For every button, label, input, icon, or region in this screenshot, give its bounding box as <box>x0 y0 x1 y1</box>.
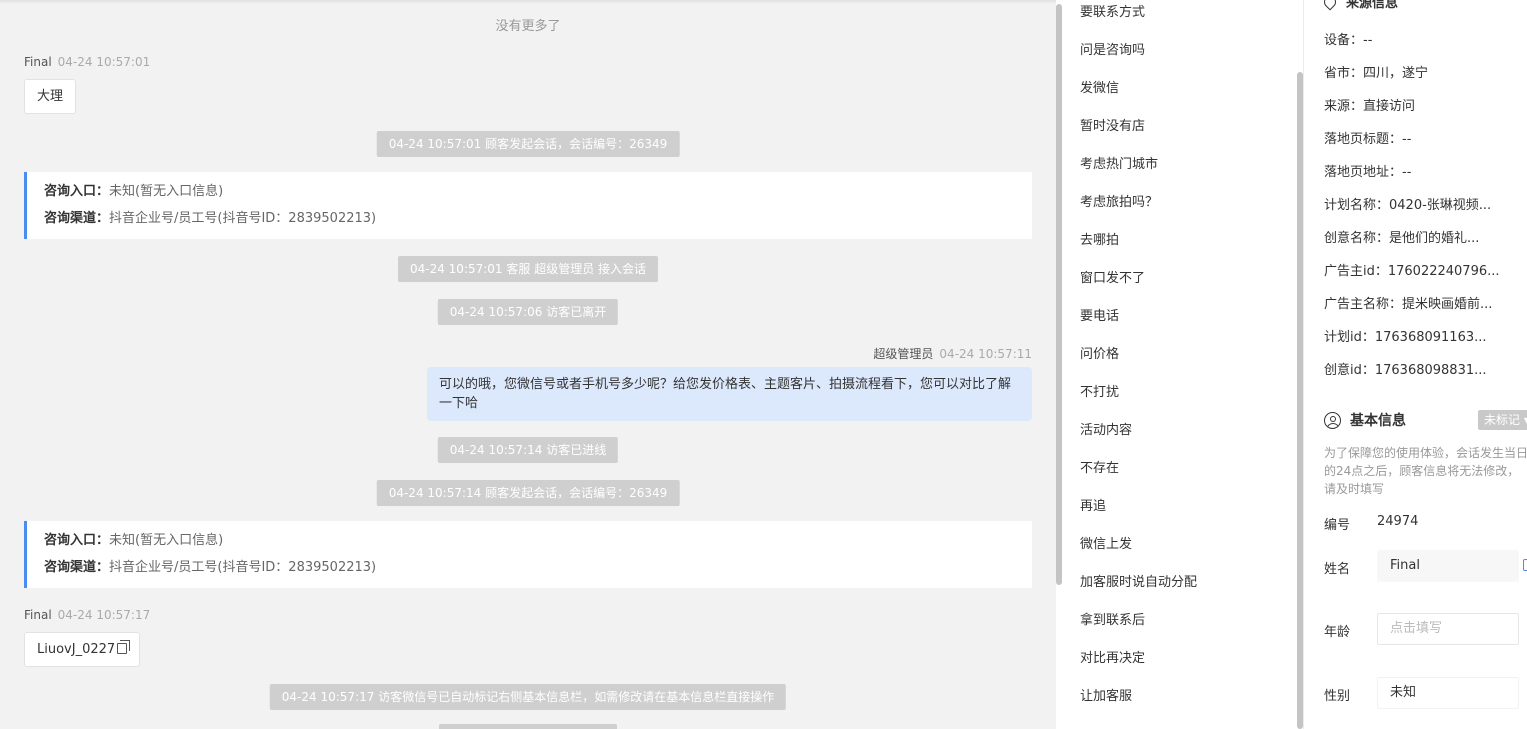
quick-reply-item[interactable]: 窗口发不了 <box>1080 269 1145 289</box>
quick-reply-item[interactable]: 再追 <box>1080 497 1106 517</box>
message-meta: 超级管理员 04-24 10:57:11 <box>873 345 1032 362</box>
basic-info-label: 基本信息 <box>1350 413 1406 429</box>
source-info-row: 落地页地址：-- <box>1324 165 1412 180</box>
consult-channel-label: 咨询渠道： <box>44 211 110 226</box>
quick-reply-item[interactable]: 活动内容 <box>1080 421 1132 441</box>
system-notice: 04-24 10:57:14 顾客发起会话，会话编号：26349 <box>376 480 680 506</box>
message-sender: Final <box>24 608 52 622</box>
quick-reply-item[interactable]: 对比再决定 <box>1080 649 1145 669</box>
gender-label: 性别 <box>1324 689 1351 704</box>
quick-reply-item[interactable]: 问价格 <box>1080 345 1119 365</box>
quick-reply-item[interactable]: 微信上发 <box>1080 535 1132 555</box>
message-time: 04-24 10:57:17 <box>57 608 151 622</box>
edit-icon[interactable] <box>1523 559 1527 571</box>
age-field[interactable]: 点击填写 <box>1377 613 1519 645</box>
quick-reply-item[interactable]: 考虑旅拍吗？ <box>1080 193 1158 213</box>
consult-entry-label: 咨询入口： <box>44 184 110 199</box>
system-notice: 04-24 10:57:01 客服 超级管理员 接入会话 <box>397 256 659 282</box>
customer-info-panel: 来源信息 设备：-- 省市：四川，遂宁 来源：直接访问 落地页标题：-- 落地页… <box>1303 0 1527 729</box>
source-info-row: 创意名称：是他们的婚礼... <box>1324 231 1480 246</box>
source-info-row: 广告主id：176022240796... <box>1324 264 1500 279</box>
consult-channel-value: 抖音企业号/员工号(抖音号ID：2839502213) <box>109 211 377 226</box>
source-info-row: 来源：直接访问 <box>1324 99 1416 114</box>
system-notice: 04-24 10:57:01 顾客发起会话，会话编号：26349 <box>376 131 680 157</box>
source-info-row: 计划名称：0420-张琳视频... <box>1324 198 1492 213</box>
message-meta: Final 04-24 10:57:01 <box>24 55 150 69</box>
quick-reply-item[interactable]: 去哪拍 <box>1080 231 1119 251</box>
system-notice: 04-24 10:57:17 访客微信号已自动标记右侧基本信息栏，如需修改请在基… <box>269 684 787 710</box>
quick-reply-item[interactable]: 拿到联系后 <box>1080 611 1145 631</box>
source-info-row: 省市：四川，遂宁 <box>1324 66 1429 81</box>
consult-channel-row: 咨询渠道：抖音企业号/员工号(抖音号ID：2839502213) <box>44 557 1015 584</box>
source-info-row: 落地页标题：-- <box>1324 132 1412 147</box>
consult-channel-label: 咨询渠道： <box>44 560 110 575</box>
system-notice: 04-24 10:57:14 访客已进线 <box>437 437 619 463</box>
quick-reply-item[interactable]: 暂时没有店 <box>1080 117 1145 137</box>
message-time: 04-24 10:57:01 <box>57 55 151 69</box>
chat-top-shadow <box>0 0 1056 4</box>
age-label: 年龄 <box>1324 625 1351 640</box>
message-meta: Final 04-24 10:57:17 <box>24 608 150 622</box>
id-label: 编号 <box>1324 518 1351 533</box>
edit-deadline-tip: 为了保障您的使用体验，会话发生当日的24点之后，顾客信息将无法修改，请及时填写 <box>1324 446 1527 496</box>
chat-scrollbar[interactable] <box>1056 4 1062 585</box>
quick-reply-item[interactable]: 要电话 <box>1080 307 1119 327</box>
message-sender: Final <box>24 55 52 69</box>
id-value: 24974 <box>1377 514 1419 529</box>
source-info-row: 计划id：176368091163... <box>1324 330 1487 345</box>
basic-info-title: 基本信息 <box>1324 410 1406 430</box>
consult-entry-value: 未知(暂无入口信息) <box>109 533 224 548</box>
consult-entry-label: 咨询入口： <box>44 533 110 548</box>
customer-message-bubble[interactable]: LiuovJ_0227 <box>24 632 141 667</box>
source-info-title: 来源信息 <box>1321 0 1399 11</box>
quick-reply-item[interactable]: 要联系方式 <box>1080 3 1145 23</box>
quick-reply-item[interactable]: 加客服时说自动分配 <box>1080 573 1197 593</box>
customer-message-bubble[interactable]: 大理 <box>24 79 77 114</box>
source-info-label: 来源信息 <box>1346 0 1399 11</box>
quick-reply-item[interactable]: 问是咨询吗 <box>1080 41 1145 61</box>
gender-select[interactable]: 未知 <box>1377 677 1519 709</box>
source-info-row: 创意id：176368098831... <box>1324 363 1487 378</box>
consult-entry-value: 未知(暂无入口信息) <box>109 184 224 199</box>
consult-entry-row: 咨询入口：未知(暂无入口信息) <box>44 530 1015 557</box>
name-field[interactable]: Final <box>1377 550 1519 582</box>
location-pin-icon <box>1321 0 1339 11</box>
quick-reply-item[interactable]: 让加客服 <box>1080 687 1132 707</box>
copy-icon[interactable] <box>117 640 131 654</box>
consult-info-card: 咨询入口：未知(暂无入口信息) 咨询渠道：抖音企业号/员工号(抖音号ID：283… <box>24 521 1032 588</box>
quick-reply-item[interactable]: 发微信 <box>1080 79 1119 99</box>
name-label: 姓名 <box>1324 562 1351 577</box>
quick-reply-item[interactable]: 不存在 <box>1080 459 1119 479</box>
agent-message-bubble[interactable]: 可以的哦，您微信号或者手机号多少呢？给您发价格表、主题客片、拍摄流程看下，您可以… <box>427 367 1032 421</box>
quick-reply-item[interactable]: 考虑热门城市 <box>1080 155 1158 175</box>
chat-panel[interactable]: 没有更多了 Final 04-24 10:57:01 大理 04-24 10:57… <box>0 0 1056 729</box>
message-sender: 超级管理员 <box>873 347 934 361</box>
quick-reply-item[interactable]: 不打扰 <box>1080 383 1119 403</box>
wechat-id-text: LiuovJ_0227 <box>37 642 116 657</box>
consult-entry-row: 咨询入口：未知(暂无入口信息) <box>44 181 1015 208</box>
no-more-messages: 没有更多了 <box>495 19 561 34</box>
system-notice-partial <box>439 724 617 729</box>
tag-status-dropdown[interactable]: 未标记 ▾ <box>1478 410 1527 430</box>
consult-channel-value: 抖音企业号/员工号(抖音号ID：2839502213) <box>109 560 377 575</box>
consult-info-card: 咨询入口：未知(暂无入口信息) 咨询渠道：抖音企业号/员工号(抖音号ID：283… <box>24 172 1032 239</box>
message-time: 04-24 10:57:11 <box>939 347 1032 361</box>
system-notice: 04-24 10:57:06 访客已离开 <box>437 299 619 325</box>
user-circle-icon <box>1324 411 1341 429</box>
tag-status-label: 未标记 <box>1484 413 1521 427</box>
source-info-row: 设备：-- <box>1324 33 1373 48</box>
consult-channel-row: 咨询渠道：抖音企业号/员工号(抖音号ID：2839502213) <box>44 208 1015 235</box>
source-info-row: 广告主名称：提米映画婚前... <box>1324 297 1493 312</box>
quick-reply-panel: 要联系方式 问是咨询吗 发微信 暂时没有店 考虑热门城市 考虑旅拍吗？ 去哪拍 … <box>1063 0 1303 729</box>
